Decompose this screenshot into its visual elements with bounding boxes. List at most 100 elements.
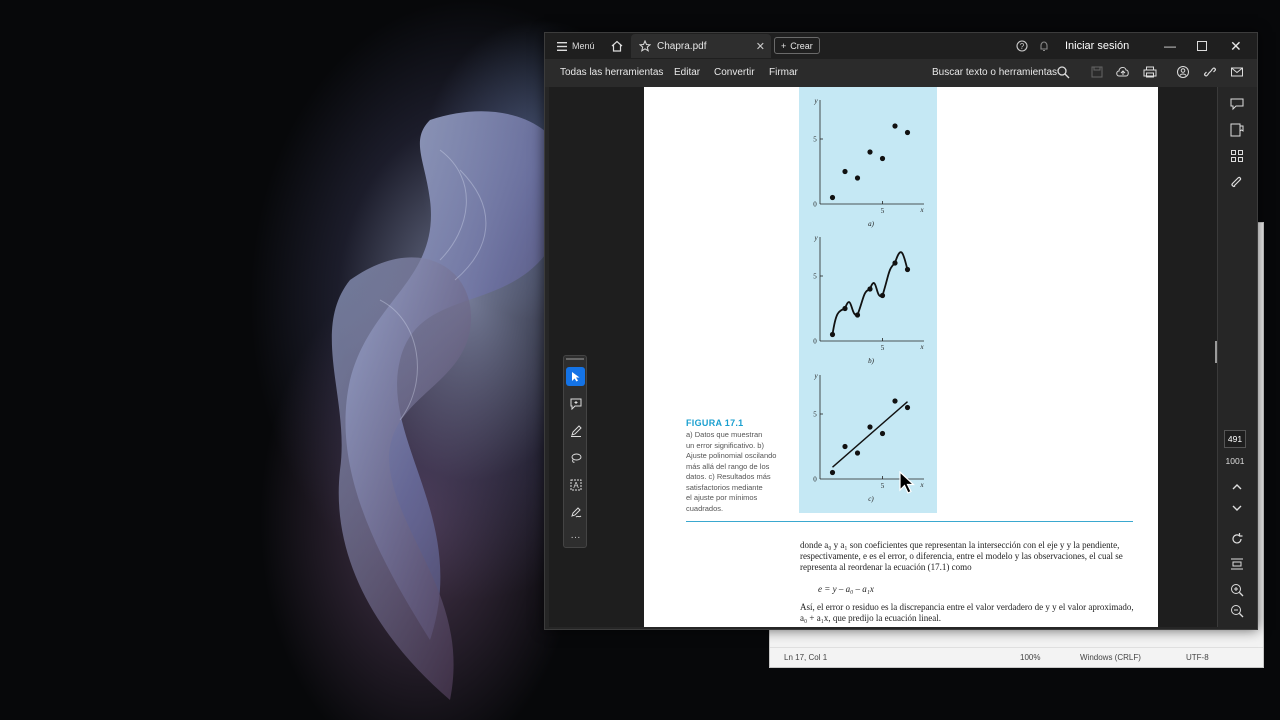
caption-title: FIGURA 17.1 [686,418,744,428]
x-tick-label: 5 [881,344,885,352]
data-point [867,149,873,155]
data-point [904,129,911,136]
origin-label: 0 [813,338,817,346]
caption-line: Ajuste polinomial oscilando [686,451,777,460]
home-icon [611,40,623,52]
figure-panel: 5 5 0 y x a) 5 5 0 y x b) 5 5 0 y x c) [799,87,937,513]
paragraph-2: Así, el error o residuo es la discrepanc… [800,602,1134,623]
notepad-status-bar: Ln 17, Col 1 100% Windows (CRLF) UTF-8 [770,647,1263,667]
print-icon[interactable] [1143,65,1157,79]
sign-menu[interactable]: Firmar [769,67,798,78]
caption-line: datos. c) Resultados más [686,472,771,481]
cursor-position: Ln 17, Col 1 [784,653,828,662]
cursor-arrow-icon [571,372,579,382]
data-point [842,168,848,175]
text-tool-button[interactable]: A [566,475,585,494]
close-tab-icon[interactable]: ✕ [756,40,765,53]
data-point [842,443,848,450]
data-point [892,123,898,129]
minimize-icon[interactable]: — [1164,33,1176,59]
data-point [879,430,886,437]
drag-grip[interactable] [566,358,584,360]
section-divider [686,521,1133,522]
sign-tool-button[interactable] [566,502,585,521]
data-point [892,398,898,404]
caption-line: más allá del rango de los [686,461,770,471]
search-tools-label[interactable]: Buscar texto o herramientas [932,67,1057,78]
comments-panel-icon[interactable] [1230,97,1244,111]
x-axis-label: x [919,206,924,214]
data-point [904,404,911,411]
notification-bell-icon[interactable] [1038,33,1050,59]
next-page-icon[interactable] [1230,501,1244,515]
plus-icon: + [781,40,787,51]
help-icon[interactable]: ? [1016,33,1028,59]
zoom-out-icon[interactable] [1230,604,1244,618]
scroll-mode-icon[interactable] [1230,557,1244,571]
wallpaper-ribbon-art [331,111,571,700]
lasso-icon [571,453,581,463]
total-pages: 1001 [1225,456,1245,466]
link-icon[interactable] [1203,65,1217,79]
caption-line: a) Datos que muestran [686,430,763,439]
zoom-in-icon[interactable] [1230,583,1244,597]
search-icon[interactable] [1056,65,1070,79]
convert-menu[interactable]: Convertir [714,67,755,78]
attachments-panel-icon[interactable] [1230,175,1244,189]
sign-in-button[interactable]: Iniciar sesión [1065,33,1129,59]
highlight-tool-button[interactable] [566,421,585,440]
bookmarks-panel-icon[interactable] [1230,123,1244,137]
y-axis-label: y [813,372,818,380]
close-window-icon[interactable]: ✕ [1230,33,1242,59]
create-button[interactable]: + Crear [774,37,820,54]
rotate-icon[interactable] [1230,532,1244,546]
hamburger-icon [557,41,567,51]
share-user-icon[interactable] [1176,65,1190,79]
save-icon[interactable] [1090,65,1104,79]
signature-pen-icon [570,506,581,517]
svg-text:A: A [573,481,579,490]
current-page-input[interactable]: 491 [1224,430,1246,448]
edit-menu[interactable]: Editar [674,67,700,78]
star-icon[interactable] [639,40,651,52]
caption-line: un error significativo. b) [686,440,764,450]
y-tick-label: 5 [813,273,817,281]
data-point [829,331,836,338]
data-point [867,424,873,430]
caption-body: a) Datos que muestran un error significa… [686,430,796,514]
y-axis-label: y [813,97,818,105]
select-tool-button[interactable] [566,367,585,386]
comment-tool-button[interactable] [566,394,585,413]
panel-label: c) [868,495,874,503]
data-point [904,266,911,273]
tab-chapra-pdf[interactable]: Chapra.pdf ✕ [631,34,771,58]
data-point [892,260,898,266]
caption-line: satisfactorios mediante [686,482,763,492]
more-tools-icon[interactable]: ··· [566,528,585,547]
previous-page-icon[interactable] [1230,480,1244,494]
home-button[interactable] [611,33,623,59]
least-squares-line [832,401,908,468]
paragraph-1: donde a₀ y a₁ son coeficientes que repre… [800,540,1123,572]
upload-cloud-icon[interactable] [1116,65,1130,79]
draw-tool-button[interactable] [566,448,585,467]
menu-button[interactable]: Menú [557,33,595,59]
panel-label: b) [868,357,875,365]
data-point [879,292,886,299]
document-viewport[interactable]: 5 5 0 y x a) 5 5 0 y x b) 5 5 0 y x c) FIGURA 17.1 a) Dat… [549,87,1217,627]
x-axis-label: x [919,481,924,489]
data-point [854,312,861,318]
text-box-icon: A [570,479,581,490]
maximize-icon[interactable] [1197,33,1207,59]
x-axis-label: x [919,343,924,351]
svg-text:?: ? [1020,42,1025,51]
data-point [829,469,836,476]
acrobat-window[interactable]: Menú Chapra.pdf ✕ + Crear ? Iniciar sesi… [544,32,1258,630]
all-tools-menu[interactable]: Todas las herramientas [560,67,663,78]
panel-label: a) [868,220,875,228]
x-tick-label: 5 [881,207,885,215]
thumbnails-panel-icon[interactable] [1230,149,1244,163]
encoding: UTF-8 [1186,653,1209,662]
main-toolbar: Todas las herramientas Editar Convertir … [545,59,1257,87]
email-icon[interactable] [1230,65,1244,79]
